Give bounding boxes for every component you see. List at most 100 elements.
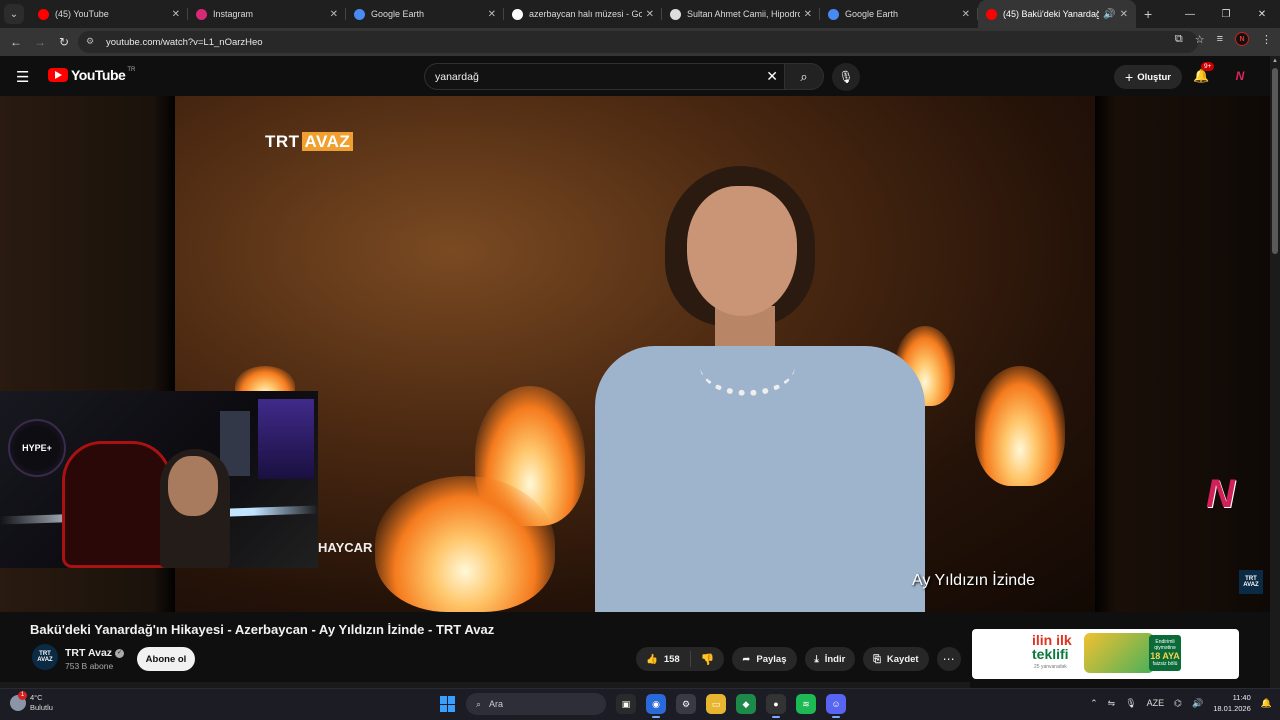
close-icon[interactable]: ✕ (330, 9, 338, 20)
search-icon: ⌕ (476, 698, 482, 709)
clear-search-icon[interactable]: ✕ (766, 68, 778, 85)
weather-badge: 1 (18, 691, 27, 700)
taskbar-search[interactable]: ⌕ Ara (466, 693, 606, 715)
install-app-icon[interactable]: ⧉ (1175, 33, 1183, 46)
subscribe-button[interactable]: Abone ol (137, 647, 195, 671)
tab-youtube-home[interactable]: (45) YouTube ✕ (30, 0, 188, 28)
like-button[interactable]: 👍 158 (636, 651, 691, 667)
close-icon[interactable]: ✕ (172, 9, 180, 20)
tab-title: Instagram (213, 9, 254, 19)
account-avatar[interactable]: N (1231, 67, 1249, 85)
youtube-logo[interactable]: YouTube TR (48, 67, 135, 83)
extension-avatar-icon[interactable]: N (1235, 32, 1249, 46)
tab-search-button[interactable]: ⌄ (4, 4, 24, 24)
notification-bell-icon[interactable]: 🔔 (1261, 698, 1272, 709)
settings-gear-icon[interactable]: ⚙ (676, 694, 696, 714)
bookmark-icon: ⎘ (873, 653, 881, 665)
restore-icon[interactable]: ❐ (1208, 9, 1244, 20)
ad-product-image (1084, 633, 1154, 673)
tab-google-earth[interactable]: Google Earth ✕ (346, 0, 504, 28)
channel-name-link[interactable]: TRT Avaz ✓ (65, 647, 125, 659)
reading-list-icon[interactable]: ≡ (1217, 33, 1223, 45)
share-button[interactable]: ➦ Paylaş (732, 647, 797, 671)
task-view-icon[interactable]: ▣ (616, 694, 636, 714)
reporter (595, 166, 925, 612)
streamer-n-logo: N (1206, 472, 1235, 516)
tab-google-search[interactable]: azerbaycan halı müzesi - Goog ✕ (504, 0, 662, 28)
video-title: Bakü'deki Yanardağ'ın Hikayesi - Azerbay… (30, 622, 495, 637)
flame (375, 476, 555, 612)
search-button[interactable]: ⌕ (784, 63, 824, 90)
forward-icon[interactable]: → (28, 35, 52, 49)
instagram-favicon-icon (196, 8, 207, 20)
scroll-up-arrow-icon[interactable]: ▲ (1272, 58, 1278, 64)
chevron-up-icon[interactable]: ⌃ (1090, 698, 1098, 709)
close-icon[interactable]: ✕ (962, 9, 970, 20)
speaker-icon[interactable]: 🔊 (1103, 9, 1115, 20)
minimize-icon[interactable]: — (1172, 9, 1208, 20)
close-icon[interactable]: ✕ (804, 9, 812, 20)
voice-search-button[interactable]: 🎙 (832, 63, 860, 91)
search-input[interactable]: yanardağ ✕ (424, 63, 786, 90)
cloud-icon: 1 (10, 691, 27, 711)
dislike-button[interactable]: 👎 (691, 653, 725, 666)
tab-sultan-ahmet[interactable]: Sultan Ahmet Camii, Hipodrom ✕ (662, 0, 820, 28)
microphone-icon[interactable]: 🎙 (1125, 698, 1136, 709)
reload-icon[interactable]: ↻ (52, 35, 76, 49)
browser-tab-bar: ⌄ (45) YouTube ✕ Instagram ✕ Google Eart… (0, 0, 1280, 28)
tab-title: Google Earth (845, 9, 899, 19)
app-icon[interactable]: ◆ (736, 694, 756, 714)
bookmark-star-icon[interactable]: ☆ (1195, 33, 1205, 46)
site-info-icon[interactable]: ⚙ (86, 36, 98, 48)
tab-youtube-video[interactable]: (45) Bakü'deki Yanardağ'ın 🔊 ✕ (978, 0, 1136, 28)
app-icon[interactable]: ● (766, 694, 786, 718)
wifi-icon[interactable]: ⌬ (1174, 698, 1182, 709)
url-field[interactable]: ⚙ youtube.com/watch?v=L1_nOarzHeo (78, 31, 1198, 53)
close-icon[interactable]: ✕ (488, 9, 496, 20)
weather-widget[interactable]: 1 4°C Bulutlu (10, 691, 53, 713)
like-count: 158 (663, 653, 680, 665)
weather-desc: Bulutlu (30, 703, 53, 712)
page-scrollbar[interactable]: ▲ (1270, 56, 1280, 688)
browser-menu-icon[interactable]: ⋮ (1261, 33, 1272, 46)
close-window-icon[interactable]: ✕ (1244, 9, 1280, 20)
scrollbar-thumb[interactable] (1272, 68, 1278, 254)
clock[interactable]: 11:40 18.01.2026 (1213, 692, 1251, 714)
tab-title: (45) YouTube (55, 9, 109, 19)
windows-start-icon[interactable] (440, 696, 456, 712)
more-actions-button[interactable]: ⋯ (936, 647, 961, 671)
tab-instagram[interactable]: Instagram ✕ (188, 0, 346, 28)
sidebar-ad-banner[interactable]: ilin ilk teklifi 25 yanvaradək Endirimli… (972, 629, 1239, 679)
discord-icon[interactable]: ☺ (826, 694, 846, 718)
hamburger-menu-icon[interactable]: ☰ (16, 68, 29, 86)
video-actions: 👍 158 👎 ➦ Paylaş ⤓ İndir ⎘ Kaydet ⋯ (636, 647, 961, 671)
file-explorer-icon[interactable]: ▭ (706, 694, 726, 714)
save-button[interactable]: ⎘ Kaydet (863, 647, 929, 671)
tab-google-earth-2[interactable]: Google Earth ✕ (820, 0, 978, 28)
close-icon[interactable]: ✕ (1120, 9, 1128, 20)
url-text: youtube.com/watch?v=L1_nOarzHeo (106, 36, 263, 48)
flame (975, 366, 1065, 486)
close-icon[interactable]: ✕ (646, 9, 654, 20)
search-query-text: yanardağ (435, 70, 479, 83)
thumbs-down-icon: 👎 (700, 653, 715, 666)
download-button[interactable]: ⤓ İndir (804, 647, 856, 671)
spotify-icon[interactable]: ≋ (796, 694, 816, 714)
channel-watermark[interactable]: TRT AVAZ (1239, 570, 1263, 594)
language-indicator[interactable]: AZE (1147, 698, 1165, 708)
create-button[interactable]: + Oluştur (1114, 65, 1182, 89)
network-icon[interactable]: ⇋ (1108, 698, 1116, 709)
video-player[interactable]: TRT AVAZ Ay Yıldızın İzinde HYPE+ HAYCAR … (0, 96, 1270, 612)
youtube-play-icon (48, 68, 68, 82)
search-icon: ⌕ (800, 68, 808, 84)
tab-title: (45) Bakü'deki Yanardağ'ın (1003, 9, 1100, 19)
chrome-icon[interactable]: ◉ (646, 694, 666, 718)
volume-icon[interactable]: 🔊 (1192, 698, 1203, 709)
notifications-badge: 9+ (1201, 62, 1215, 71)
new-tab-button[interactable]: + (1144, 6, 1152, 22)
logo-text: YouTube (71, 67, 126, 83)
thumbs-up-icon: 👍 (646, 653, 658, 665)
download-icon: ⤓ (814, 653, 819, 665)
back-icon[interactable]: ← (4, 35, 28, 49)
channel-avatar[interactable]: TRT AVAZ (32, 644, 58, 670)
